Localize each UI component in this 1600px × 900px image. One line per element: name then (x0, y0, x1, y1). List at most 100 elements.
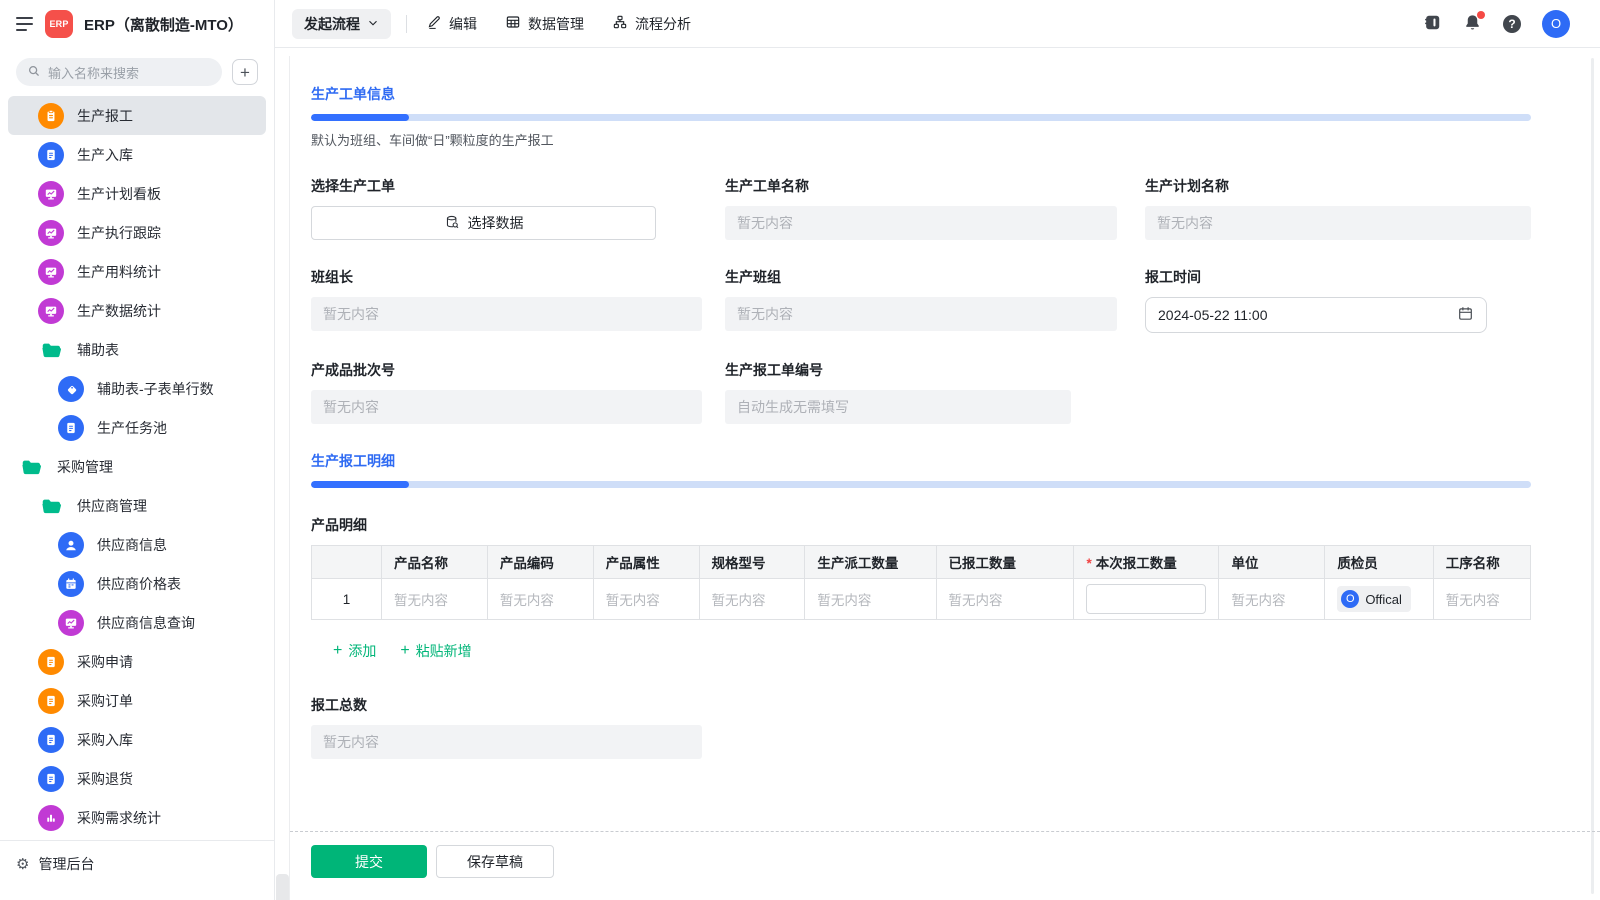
inspector-cell: OOffical (1325, 579, 1433, 620)
inspector-name: Offical (1365, 592, 1402, 607)
report-qty-input[interactable] (1086, 584, 1206, 614)
column-header: 产品属性 (593, 546, 699, 579)
edit-button[interactable]: 编辑 (426, 14, 477, 34)
add-label: 添加 (348, 641, 376, 661)
sidebar-item[interactable]: 供应商价格表 (8, 564, 266, 603)
batch-no-field[interactable]: 暂无内容 (311, 390, 702, 424)
report-time-field[interactable]: 2024-05-22 11:00 (1145, 297, 1487, 333)
row-number-header (312, 546, 382, 579)
table-cell[interactable]: 暂无内容 (382, 579, 488, 620)
plus-icon: + (333, 643, 342, 659)
person-icon (58, 532, 84, 558)
field-label: 产成品批次号 (311, 360, 702, 380)
plus-icon: + (400, 643, 409, 659)
start-flow-label: 发起流程 (304, 14, 360, 34)
total-label: 报工总数 (311, 695, 1531, 715)
product-detail-label: 产品明细 (311, 515, 1531, 535)
table-cell[interactable]: 暂无内容 (593, 579, 699, 620)
total-field[interactable]: 暂无内容 (311, 725, 702, 759)
doc-icon (38, 727, 64, 753)
scrollbar-thumb[interactable] (276, 874, 289, 900)
sidebar-item[interactable]: 采购订单 (8, 681, 266, 720)
sidebar-item[interactable]: 生产数据统计 (8, 291, 266, 330)
sidebar-item[interactable]: 供应商信息 (8, 525, 266, 564)
report-no-field: 自动生成无需填写 (725, 390, 1071, 424)
column-header: 已报工数量 (936, 546, 1074, 579)
sidebar-item[interactable]: 采购退货 (8, 759, 266, 798)
required-star: * (1086, 556, 1091, 571)
search-input[interactable]: 输入名称来搜索 (16, 58, 222, 86)
sidebar-item[interactable]: 生产用料统计 (8, 252, 266, 291)
product-table: 产品名称产品编码产品属性规格型号生产派工数量已报工数量*本次报工数量单位质检员工… (311, 545, 1531, 620)
field-label: 生产报工单编号 (725, 360, 1117, 380)
inspector-tag[interactable]: OOffical (1337, 586, 1411, 612)
sidebar-item[interactable]: 采购入库 (8, 720, 266, 759)
report-qty-cell (1074, 579, 1219, 620)
column-header: 生产派工数量 (805, 546, 936, 579)
sidebar-item[interactable]: 采购需求统计 (8, 798, 266, 837)
submit-button[interactable]: 提交 (311, 845, 427, 878)
admin-backend-item[interactable]: ⚙ 管理后台 (0, 840, 274, 886)
help-button[interactable]: ? (1503, 15, 1521, 33)
column-header: 产品名称 (382, 546, 488, 579)
sidebar-item-label: 生产任务池 (97, 418, 167, 438)
field-label: 生产班组 (725, 267, 1117, 287)
sidebar-item[interactable]: 采购管理 (8, 447, 266, 486)
menu-toggle-icon[interactable] (16, 17, 34, 31)
sidebar-item-label: 生产执行跟踪 (77, 223, 161, 243)
chevron-down-icon (367, 16, 379, 32)
paste-add-button[interactable]: + 粘贴新增 (400, 641, 471, 661)
pencil-icon (426, 14, 442, 33)
sidebar-item[interactable]: 采购申请 (8, 642, 266, 681)
column-header: 质检员 (1325, 546, 1433, 579)
section-progress-bar (311, 481, 1531, 488)
doc-icon (38, 766, 64, 792)
section-progress-bar (311, 114, 1531, 121)
doc-icon (38, 649, 64, 675)
add-form-button[interactable]: + (232, 59, 258, 85)
table-cell[interactable]: 暂无内容 (1433, 579, 1530, 620)
section-title-workorder: 生产工单信息 (311, 84, 1531, 104)
sidebar-item[interactable]: 辅助表 (8, 330, 266, 369)
sidebar-item-label: 生产数据统计 (77, 301, 161, 321)
sidebar-item[interactable]: 辅助表-子表单行数 (8, 369, 266, 408)
table-cell[interactable]: 暂无内容 (1219, 579, 1325, 620)
table-cell[interactable]: 暂无内容 (805, 579, 936, 620)
save-draft-button[interactable]: 保存草稿 (436, 845, 554, 878)
chart-icon (38, 805, 64, 831)
team-leader-field[interactable]: 暂无内容 (311, 297, 702, 331)
row-number-cell: 1 (312, 579, 382, 620)
data-manage-button[interactable]: 数据管理 (505, 14, 584, 34)
user-avatar[interactable]: O (1542, 10, 1570, 38)
sidebar-item[interactable]: 生产报工 (8, 96, 266, 135)
table-cell[interactable]: 暂无内容 (699, 579, 805, 620)
table-row: 1暂无内容暂无内容暂无内容暂无内容暂无内容暂无内容暂无内容OOffical暂无内… (312, 579, 1531, 620)
field-label: 班组长 (311, 267, 702, 287)
question-icon: ? (1503, 15, 1521, 33)
clipboard-icon (38, 103, 64, 129)
journal-panel-button[interactable] (1423, 13, 1442, 35)
sidebar-item[interactable]: 生产入库 (8, 135, 266, 174)
vertical-scrollbar[interactable] (1591, 58, 1594, 894)
sidebar-item[interactable]: 供应商信息查询 (8, 603, 266, 642)
flow-analysis-button[interactable]: 流程分析 (612, 14, 691, 34)
sidebar-item-label: 采购入库 (77, 730, 133, 750)
notifications-button[interactable] (1463, 13, 1482, 35)
start-flow-button[interactable]: 发起流程 (292, 9, 391, 39)
select-data-button[interactable]: 选择数据 (311, 206, 656, 240)
toolbar-divider (406, 15, 407, 33)
table-cell[interactable]: 暂无内容 (487, 579, 593, 620)
table-grid-icon (505, 14, 521, 33)
sidebar-item[interactable]: 生产计划看板 (8, 174, 266, 213)
flowchart-icon (612, 14, 628, 33)
sidebar-item[interactable]: 生产任务池 (8, 408, 266, 447)
sidebar-item-label: 生产计划看板 (77, 184, 161, 204)
sidebar-item[interactable]: 供应商管理 (8, 486, 266, 525)
plan-name-field[interactable]: 暂无内容 (1145, 206, 1531, 240)
workorder-name-field[interactable]: 暂无内容 (725, 206, 1117, 240)
team-field[interactable]: 暂无内容 (725, 297, 1117, 331)
table-cell[interactable]: 暂无内容 (936, 579, 1074, 620)
add-row-button[interactable]: + 添加 (333, 641, 376, 661)
sidebar-item[interactable]: 生产执行跟踪 (8, 213, 266, 252)
sidebar-item-label: 采购管理 (57, 457, 113, 477)
